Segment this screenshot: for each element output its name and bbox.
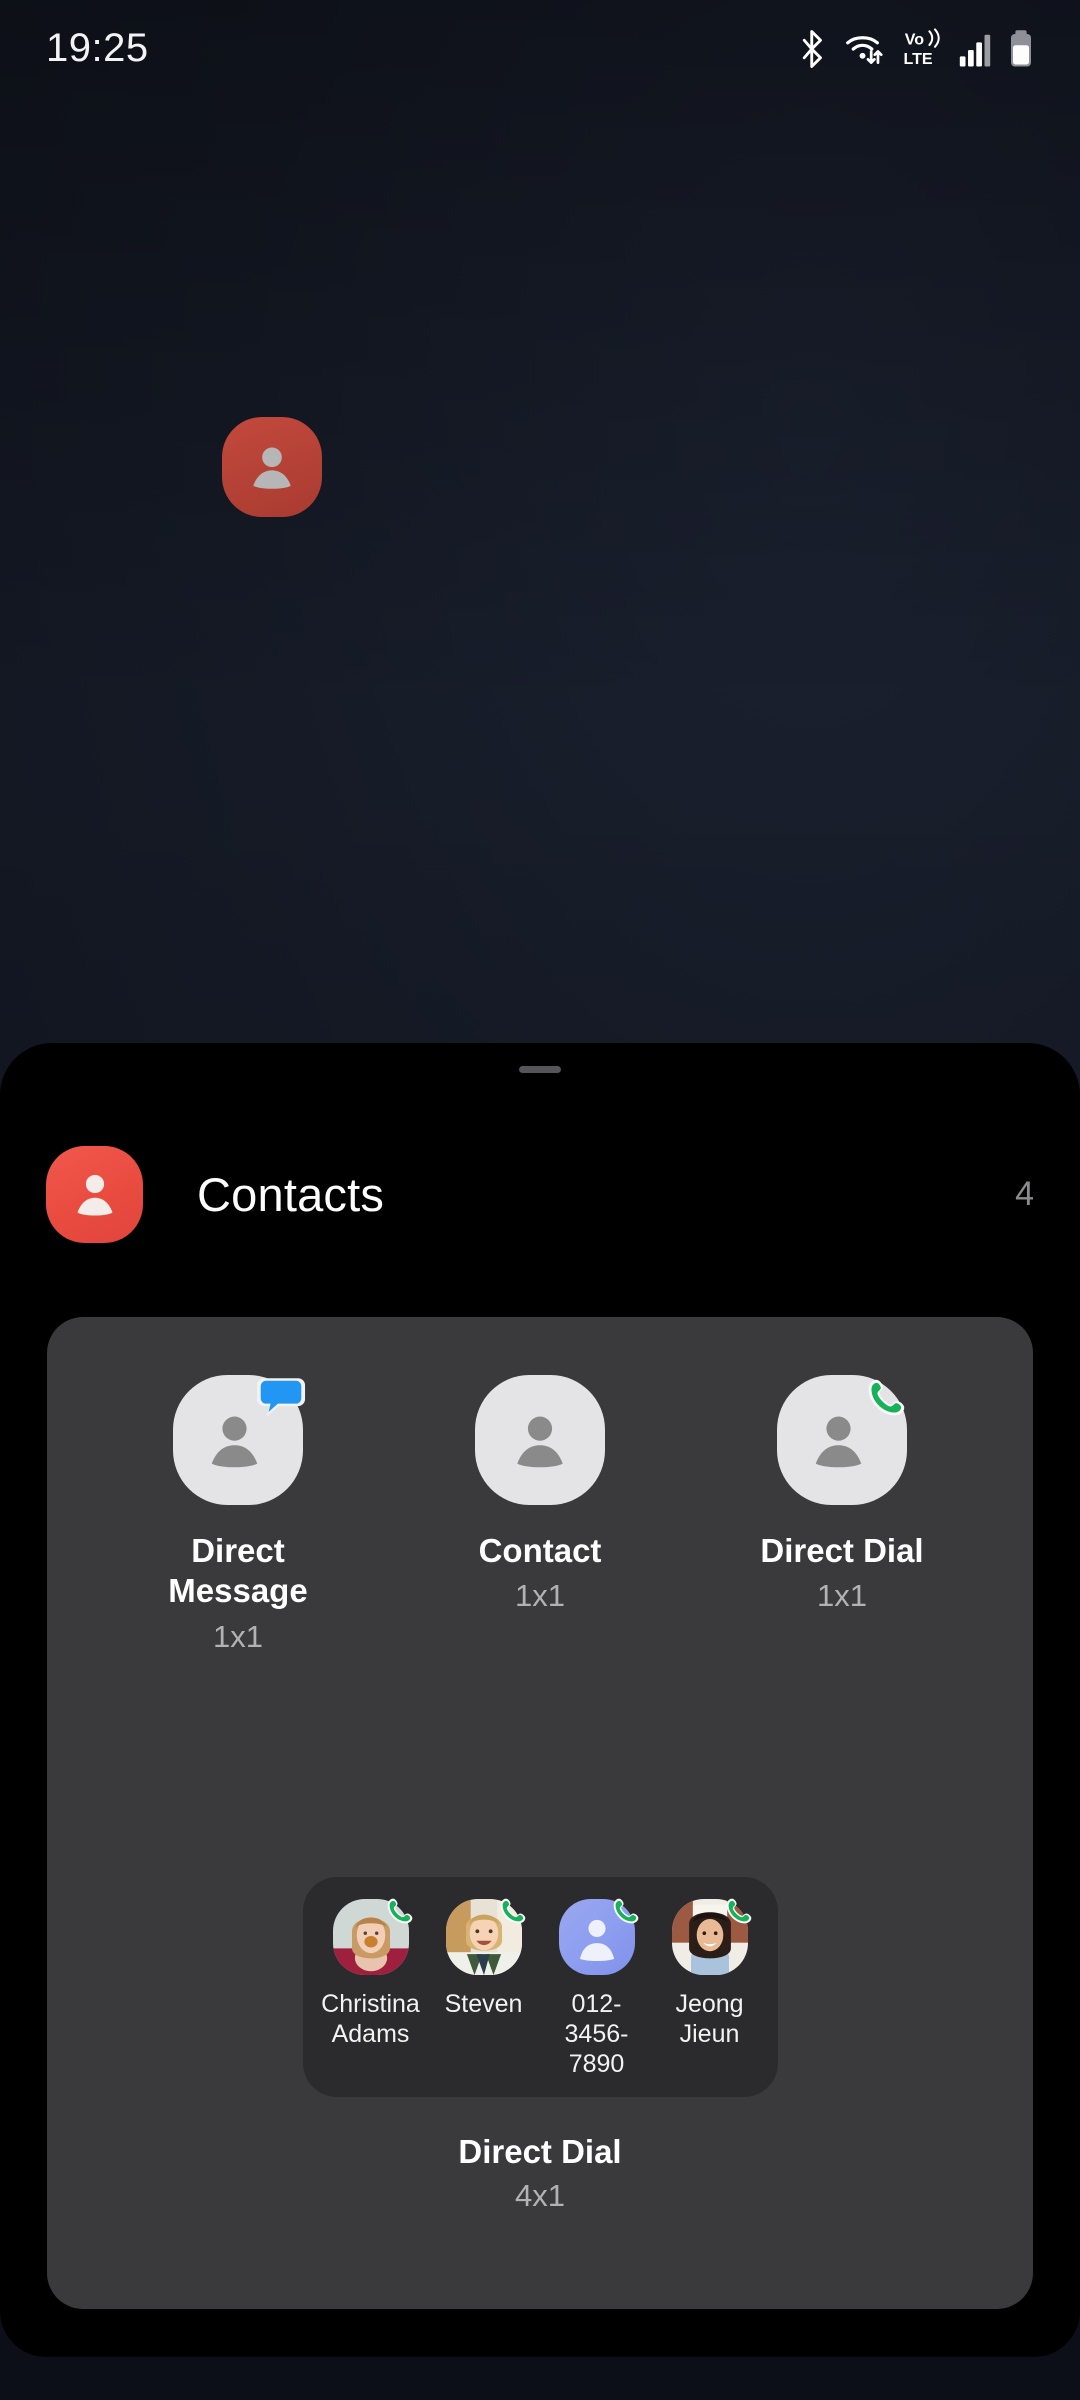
widget-size: 1x1 [817, 1578, 867, 1614]
status-clock: 19:25 [46, 25, 149, 70]
avatar-wrap [671, 1898, 751, 1975]
list-item[interactable]: 012-3456-7890 [543, 1898, 651, 2079]
signal-icon [959, 34, 991, 67]
person-icon [517, 1416, 563, 1468]
contacts-app-icon [222, 417, 322, 517]
preview-widget-size: 4x1 [515, 2178, 565, 2213]
phone-badge [500, 1898, 525, 1924]
avatar-wrap [332, 1898, 412, 1975]
widget-size: 1x1 [515, 1578, 565, 1614]
list-item[interactable]: Jeong Jieun [656, 1898, 764, 2079]
svg-text:Vo: Vo [905, 30, 925, 48]
person-icon [253, 447, 291, 489]
phone-badge [868, 1379, 905, 1416]
home-screen-contacts-icon[interactable] [222, 417, 322, 517]
phone-badge [726, 1898, 751, 1924]
phone-badge [613, 1898, 638, 1924]
avatar-wrap [445, 1898, 525, 1975]
contact-name: Jeong Jieun [675, 1990, 744, 2048]
contact-name: Christina Adams [321, 1990, 420, 2048]
widget-label: Contact [478, 1532, 602, 1569]
sheet-app-title: Contacts [197, 1167, 385, 1221]
list-item[interactable]: Christina Adams [317, 1898, 425, 2079]
widget-item-direct-message[interactable]: Direct Message 1x1 [87, 1375, 389, 1655]
status-bar: 19:25 Vo LTE [0, 0, 1080, 96]
contact-name: 012-3456-7890 [564, 1990, 629, 2078]
widget-preview-icon [173, 1375, 306, 1505]
widget-item-direct-dial[interactable]: Direct Dial 1x1 [691, 1375, 993, 1655]
preview-widget-section: Christina Adams Steven 012-3456-7890 Jeo… [47, 1877, 1033, 2214]
widget-count-badge: 4 [1015, 1174, 1034, 1213]
drag-handle[interactable] [519, 1066, 561, 1073]
status-icon-group: Vo LTE [798, 27, 1034, 69]
widget-picker-sheet: Contacts 4 Direct Message 1x1 Contact 1x… [0, 1043, 1080, 2357]
bluetooth-icon [802, 30, 822, 68]
preview-widget-label: Direct Dial [458, 2133, 622, 2170]
sheet-header: Contacts 4 [0, 1129, 1080, 1259]
svg-text:LTE: LTE [903, 50, 932, 68]
avatar-wrap [558, 1898, 638, 1975]
widget-item-direct-dial-4x1[interactable]: Christina Adams Steven 012-3456-7890 Jeo… [302, 1877, 778, 2097]
speech-bubble-badge [256, 1378, 306, 1417]
widget-preview-icon [475, 1375, 605, 1505]
phone-badge [387, 1898, 412, 1924]
widget-label: Direct Message [168, 1532, 308, 1610]
battery-icon [1011, 30, 1031, 67]
volte-icon: Vo LTE [903, 28, 940, 68]
person-icon [475, 1375, 605, 1505]
widget-size: 1x1 [213, 1618, 263, 1654]
widget-list: Direct Message 1x1 Contact 1x1 Direct Di… [47, 1317, 1033, 1655]
widget-preview-icon [777, 1375, 907, 1505]
contacts-app-icon [46, 1145, 143, 1243]
sheet-app-icon [46, 1145, 143, 1243]
wifi-icon [846, 36, 883, 64]
widget-panel: Direct Message 1x1 Contact 1x1 Direct Di… [47, 1317, 1033, 2309]
list-item[interactable]: Steven [430, 1898, 538, 2079]
phone-screen: 19:25 Vo LTE Contacts 4 Direct Message 1… [0, 0, 1080, 2400]
widget-item-contact[interactable]: Contact 1x1 [389, 1375, 691, 1655]
person-icon [77, 1174, 112, 1216]
widget-label: Direct Dial [760, 1532, 924, 1569]
contact-name: Steven [444, 1990, 523, 2018]
